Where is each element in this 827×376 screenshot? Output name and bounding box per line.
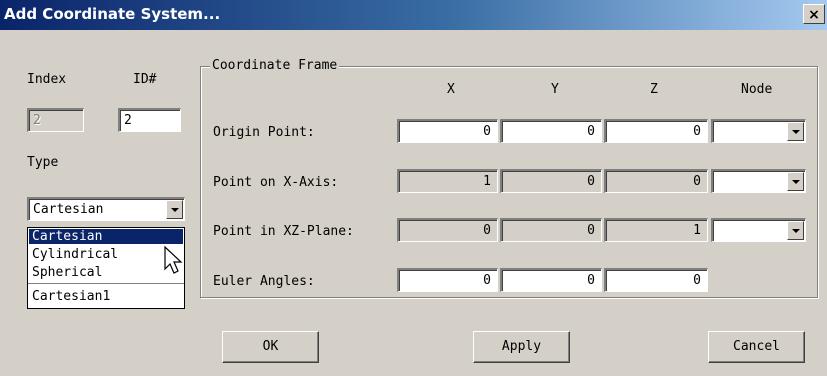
chevron-down-icon	[791, 228, 800, 233]
title-bar[interactable]: Add Coordinate System... ×	[0, 0, 827, 30]
point-on-x-axis-label: Point on X-Axis:	[213, 175, 339, 190]
type-option-spherical[interactable]: Spherical	[29, 265, 183, 280]
type-label: Type	[27, 155, 59, 170]
xz-plane-node-dropdown-button[interactable]	[787, 221, 804, 240]
index-label: Index	[27, 72, 67, 87]
close-icon: ×	[808, 7, 820, 23]
chevron-down-icon	[170, 207, 179, 212]
point-in-xz-plane-label: Point in XZ-Plane:	[213, 224, 354, 239]
column-node-header: Node	[741, 82, 773, 97]
origin-y-field[interactable]: 0	[500, 119, 602, 143]
chevron-down-icon	[791, 129, 800, 134]
cancel-button[interactable]: Cancel	[708, 331, 805, 363]
x-axis-x-field[interactable]: 1	[397, 169, 498, 193]
xz-plane-x-field[interactable]: 0	[397, 218, 498, 242]
xz-plane-y-field[interactable]: 0	[500, 218, 602, 242]
id-field[interactable]: 2	[118, 108, 181, 132]
mouse-pointer-icon	[164, 245, 183, 274]
index-field: 2	[27, 108, 84, 132]
column-z-header: Z	[650, 82, 658, 97]
x-axis-y-field[interactable]: 0	[500, 169, 602, 193]
euler-y-field[interactable]: 0	[500, 268, 602, 292]
x-axis-z-field[interactable]: 0	[604, 169, 708, 193]
xz-plane-z-field[interactable]: 1	[604, 218, 708, 242]
origin-x-field[interactable]: 0	[397, 119, 498, 143]
euler-x-field[interactable]: 0	[397, 268, 498, 292]
type-dropdown-button[interactable]	[166, 200, 183, 219]
dialog-title: Add Coordinate System...	[4, 5, 221, 23]
apply-button[interactable]: Apply	[473, 331, 570, 363]
euler-z-field[interactable]: 0	[604, 268, 708, 292]
id-label: ID#	[133, 72, 157, 87]
close-button[interactable]: ×	[803, 4, 825, 24]
add-coordinate-system-dialog: Add Coordinate System... × Index ID# 2 2…	[0, 0, 827, 376]
type-option-cartesian1[interactable]: Cartesian1	[29, 289, 183, 304]
column-y-header: Y	[551, 82, 559, 97]
type-option-cartesian[interactable]: Cartesian	[29, 229, 183, 244]
origin-node-dropdown[interactable]	[711, 119, 806, 143]
euler-angles-label: Euler Angles:	[213, 274, 315, 289]
type-dropdown[interactable]: Cartesian	[27, 197, 185, 221]
type-options-list[interactable]: Cartesian Cylindrical Spherical Cartesia…	[27, 227, 185, 309]
origin-z-field[interactable]: 0	[604, 119, 708, 143]
origin-node-dropdown-button[interactable]	[787, 122, 804, 141]
x-axis-node-dropdown[interactable]	[711, 169, 806, 193]
type-selected-value: Cartesian	[33, 202, 104, 217]
coordinate-frame-title: Coordinate Frame	[210, 58, 340, 73]
ok-button[interactable]: OK	[222, 331, 319, 363]
column-x-header: X	[447, 82, 455, 97]
chevron-down-icon	[791, 179, 800, 184]
xz-plane-node-dropdown[interactable]	[711, 218, 806, 242]
x-axis-node-dropdown-button[interactable]	[787, 172, 804, 191]
origin-point-label: Origin Point:	[213, 125, 315, 140]
list-divider	[28, 283, 184, 284]
type-option-cylindrical[interactable]: Cylindrical	[29, 247, 183, 262]
